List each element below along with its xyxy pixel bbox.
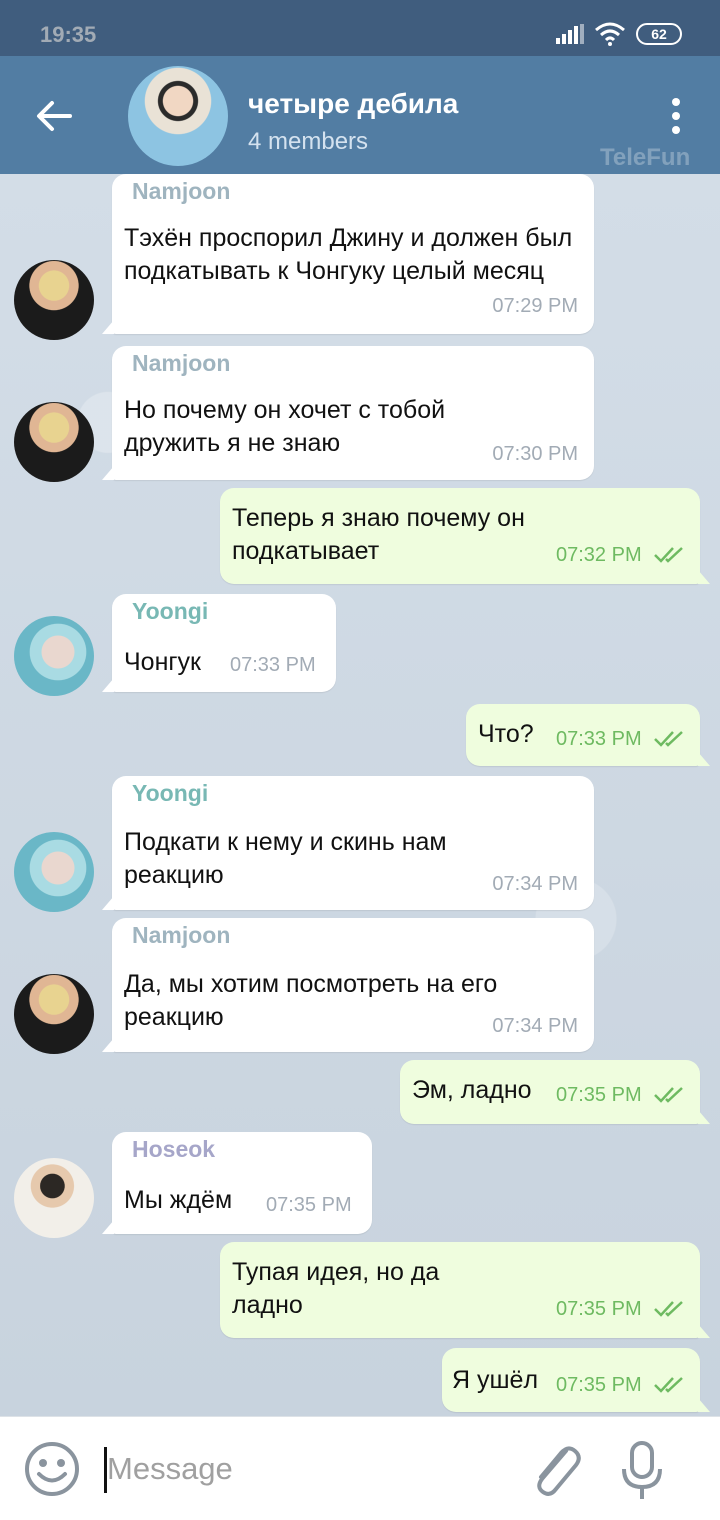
message-time: 07:33 PM xyxy=(230,654,316,676)
message-incoming[interactable]: Yoongi Подкати к нему и скинь нам реакци… xyxy=(102,776,594,910)
avatar-yoongi[interactable] xyxy=(14,832,94,912)
message-input[interactable] xyxy=(107,1439,487,1499)
message-sender: Namjoon xyxy=(132,350,231,376)
message-incoming[interactable]: Hoseok Мы ждём 07:35 PM xyxy=(102,1132,372,1234)
message-sender: Namjoon xyxy=(132,922,231,948)
member-count[interactable]: 4 members xyxy=(248,128,368,156)
message-time: 07:30 PM xyxy=(492,443,578,465)
message-text: Я ушёл xyxy=(452,1366,539,1394)
message-incoming[interactable]: Namjoon Тэхён проспорил Джину и должен б… xyxy=(102,174,594,334)
message-incoming[interactable]: Namjoon Но почему он хочет с тобой дружи… xyxy=(102,346,594,480)
message-sender: Hoseok xyxy=(132,1136,216,1162)
more-options-icon[interactable] xyxy=(664,96,688,136)
message-time: 07:35 PM xyxy=(266,1194,352,1216)
status-time: 19:35 xyxy=(40,22,97,47)
message-incoming[interactable]: Yoongi Чонгук 07:33 PM xyxy=(102,594,336,692)
message-outgoing[interactable]: Я ушёл 07:35 PM xyxy=(442,1348,710,1412)
avatar-namjoon[interactable] xyxy=(14,974,94,1054)
emoji-icon[interactable] xyxy=(24,1441,80,1497)
message-sender: Namjoon xyxy=(132,178,231,204)
message-time: 07:35 PM xyxy=(556,1298,642,1320)
read-checks-icon xyxy=(654,731,683,747)
read-checks-icon xyxy=(654,1087,683,1103)
message-composer xyxy=(0,1416,720,1520)
back-arrow-icon[interactable] xyxy=(34,96,74,136)
message-text: Но почему он хочет с тобой дружить я не … xyxy=(124,396,446,457)
message-text: Мы ждём xyxy=(124,1186,233,1214)
battery-indicator: 62 xyxy=(636,23,682,45)
signal-icon xyxy=(556,24,584,44)
chat-title[interactable]: четыре дебила xyxy=(248,88,458,120)
message-time: 07:32 PM xyxy=(556,544,642,566)
wifi-icon xyxy=(595,22,625,46)
group-avatar[interactable] xyxy=(128,66,228,166)
message-time: 07:33 PM xyxy=(556,728,642,750)
message-outgoing[interactable]: Теперь я знаю почему он подкатывает 07:3… xyxy=(220,488,710,584)
watermark-text: TeleFun xyxy=(600,144,691,171)
message-text: Эм, ладно xyxy=(412,1076,532,1104)
message-sender: Yoongi xyxy=(132,598,209,624)
message-incoming[interactable]: Namjoon Да, мы хотим посмотреть на его р… xyxy=(102,918,594,1052)
message-text: Чонгук xyxy=(124,648,201,676)
message-text: Тупая идея, но да ладно xyxy=(232,1258,440,1319)
message-text: Тэхён проспорил Джину и должен был подка… xyxy=(124,224,573,285)
message-outgoing[interactable]: Что? 07:33 PM xyxy=(466,704,710,766)
message-outgoing[interactable]: Тупая идея, но да ладно 07:35 PM xyxy=(220,1242,710,1338)
avatar-namjoon[interactable] xyxy=(14,260,94,340)
message-outgoing[interactable]: Эм, ладно 07:35 PM xyxy=(400,1060,710,1124)
message-time: 07:34 PM xyxy=(492,873,578,895)
avatar-yoongi[interactable] xyxy=(14,616,94,696)
message-text: Подкати к нему и скинь нам реакцию xyxy=(124,828,447,889)
message-text: Теперь я знаю почему он подкатывает xyxy=(232,504,525,565)
avatar-namjoon[interactable] xyxy=(14,402,94,482)
message-time: 07:34 PM xyxy=(492,1015,578,1037)
message-time: 07:35 PM xyxy=(556,1084,642,1106)
message-text: Что? xyxy=(478,720,534,748)
message-list[interactable]: Namjoon Тэхён проспорил Джину и должен б… xyxy=(0,174,720,1416)
message-sender: Yoongi xyxy=(132,780,209,806)
message-time: 07:29 PM xyxy=(492,295,578,317)
status-bar: 19:35 62 xyxy=(0,0,720,56)
chat-header: четыре дебила 4 members TeleFun xyxy=(0,56,720,174)
read-checks-icon xyxy=(654,547,683,563)
message-time: 07:35 PM xyxy=(556,1374,642,1396)
read-checks-icon xyxy=(654,1301,683,1317)
microphone-icon[interactable] xyxy=(618,1439,666,1503)
read-checks-icon xyxy=(654,1377,683,1393)
attachment-icon[interactable] xyxy=(526,1437,582,1501)
avatar-hoseok[interactable] xyxy=(14,1158,94,1238)
